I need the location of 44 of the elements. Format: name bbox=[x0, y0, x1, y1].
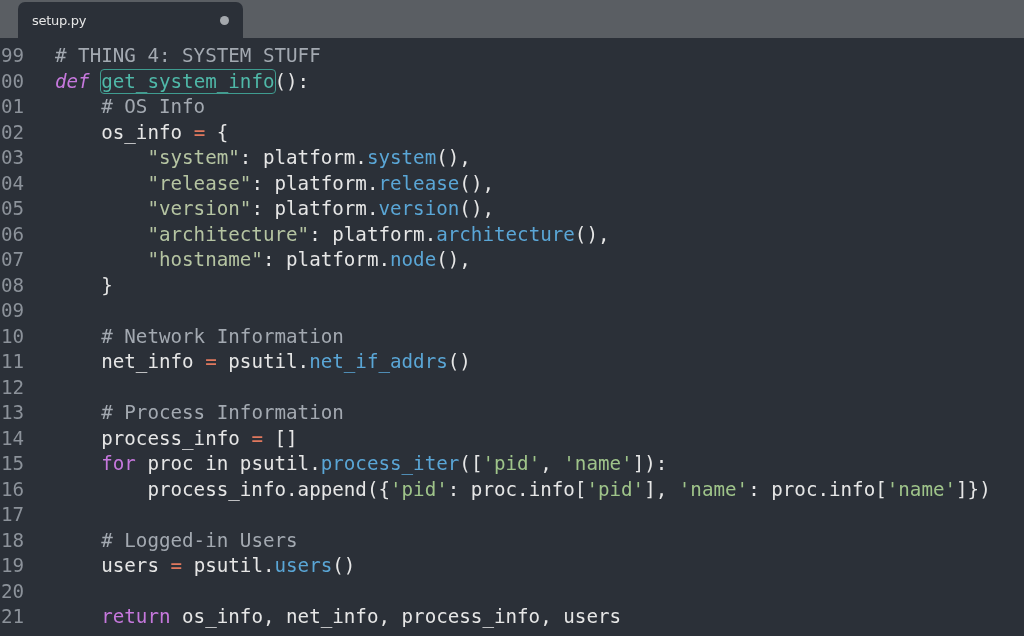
code-line: } bbox=[101, 273, 113, 297]
line-number: 09 bbox=[0, 299, 24, 323]
code-line: # THING 4: SYSTEM STUFF bbox=[55, 44, 321, 68]
code-line: "release": platform.release(), bbox=[147, 171, 494, 195]
code-line: "architecture": platform.architecture(), bbox=[147, 222, 610, 246]
code-line: users = psutil.users() bbox=[101, 554, 356, 578]
line-number: 01 bbox=[0, 95, 24, 119]
line-number: 02 bbox=[0, 120, 24, 144]
line-number: 12 bbox=[0, 375, 24, 399]
line-number: 05 bbox=[0, 197, 24, 221]
code-line: for proc in psutil.process_iter(['pid', 'name']): bbox=[101, 452, 668, 476]
line-number: 04 bbox=[0, 171, 24, 195]
line-number: 99 bbox=[0, 44, 24, 68]
code-line: process_info = [] bbox=[101, 426, 298, 450]
line-number: 16 bbox=[0, 477, 24, 501]
line-number: 10 bbox=[0, 324, 24, 348]
code-line: "version": platform.version(), bbox=[147, 197, 494, 221]
code-line: process_info.append({'pid': proc.info['pid'], 'name': proc.info['name']}) bbox=[147, 477, 991, 501]
line-number: 13 bbox=[0, 401, 24, 425]
line-number: 18 bbox=[0, 528, 24, 552]
code-line: def get_system_info(): bbox=[55, 69, 310, 93]
line-number: 00 bbox=[0, 69, 24, 93]
line-number: 08 bbox=[0, 273, 24, 297]
line-number: 21 bbox=[0, 605, 24, 629]
editor-tab[interactable]: setup.py bbox=[18, 2, 243, 38]
line-number: 14 bbox=[0, 426, 24, 450]
tab-title: setup.py bbox=[32, 12, 87, 28]
line-number: 06 bbox=[0, 222, 24, 246]
code-line: "system": platform.system(), bbox=[147, 146, 471, 170]
code-line: net_info = psutil.net_if_addrs() bbox=[101, 350, 471, 374]
line-number: 15 bbox=[0, 452, 24, 476]
code-line: # Logged-in Users bbox=[101, 528, 298, 552]
code-line: os_info = { bbox=[101, 120, 229, 144]
line-number: 19 bbox=[0, 554, 24, 578]
line-number: 03 bbox=[0, 146, 24, 170]
line-number: 11 bbox=[0, 350, 24, 374]
line-number: 17 bbox=[0, 503, 24, 527]
code-line: # Process Information bbox=[101, 401, 344, 425]
line-number: 20 bbox=[0, 579, 24, 603]
code-line: # OS Info bbox=[101, 95, 206, 119]
line-number: 07 bbox=[0, 248, 24, 272]
code-line: # Network Information bbox=[101, 324, 344, 348]
code-line: "hostname": platform.node(), bbox=[147, 248, 471, 272]
code-line: return os_info, net_info, process_info, users bbox=[101, 605, 622, 629]
